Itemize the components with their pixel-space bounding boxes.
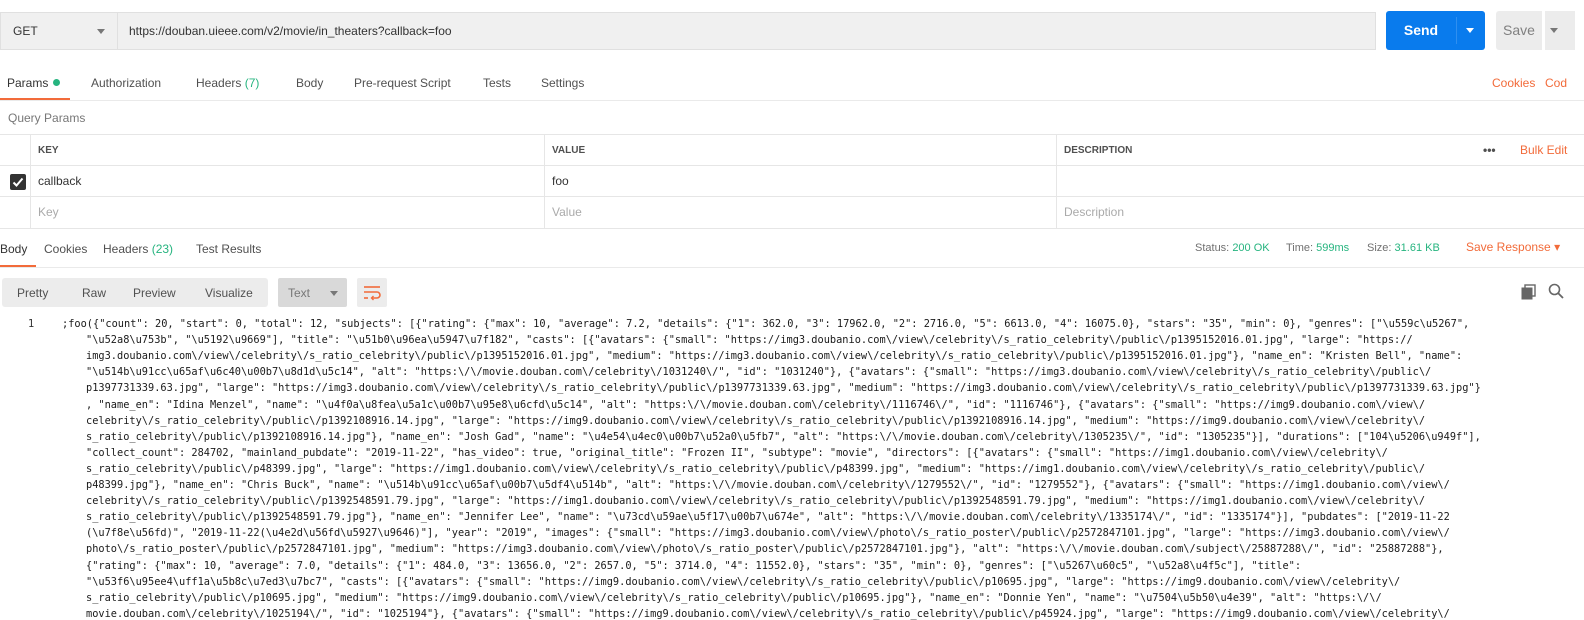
- code-line: s_ratio_celebrity\/public\/p1392548591.7…: [86, 511, 1450, 524]
- view-preview[interactable]: Preview: [133, 286, 176, 300]
- time-info: Time: 599ms: [1286, 242, 1349, 254]
- size-value: 31.61 KB: [1394, 242, 1440, 254]
- tab-response-body[interactable]: Body: [0, 242, 27, 256]
- table-header-row: KEY VALUE DESCRIPTION ••• Bulk Edit: [0, 134, 1584, 166]
- code-line: p1397731339.63.jpg", "large": "https://i…: [86, 382, 1481, 395]
- request-url-bar: GET https://douban.uieee.com/v2/movie/in…: [0, 12, 1376, 50]
- save-button[interactable]: Save: [1496, 11, 1542, 50]
- save-response-button[interactable]: Save Response ▾: [1466, 240, 1560, 254]
- status-info: Status: 200 OK: [1195, 242, 1270, 254]
- format-label: Text: [288, 286, 311, 300]
- code-link[interactable]: Cod: [1545, 76, 1567, 90]
- param-checkbox[interactable]: [10, 174, 26, 190]
- status-value: 200 OK: [1232, 242, 1270, 254]
- status-label: Status:: [1195, 242, 1230, 254]
- request-tabs: Params Authorization Headers (7) Body Pr…: [0, 68, 1584, 101]
- tab-authorization[interactable]: Authorization: [91, 76, 161, 90]
- save-dropdown[interactable]: [1545, 11, 1575, 50]
- chevron-down-icon: [1550, 28, 1558, 33]
- view-raw[interactable]: Raw: [82, 286, 106, 300]
- tab-count: (23): [151, 242, 174, 256]
- view-pretty[interactable]: Pretty: [17, 286, 48, 300]
- line-number: 1: [28, 318, 35, 330]
- more-icon[interactable]: •••: [1476, 135, 1516, 166]
- tab-response-cookies[interactable]: Cookies: [44, 242, 87, 256]
- code-line: s_ratio_celebrity\/public\/p1392108916.1…: [86, 430, 1481, 443]
- code-line: , "name_en": "Idina Menzel", "name": "\u…: [86, 398, 1426, 411]
- save-response-label: Save Response: [1466, 240, 1551, 254]
- view-visualize[interactable]: Visualize: [205, 286, 253, 300]
- code-line: "\u52a8\u753b", "\u5192\u9669"], "title"…: [86, 334, 1413, 347]
- column-description: DESCRIPTION: [1056, 135, 1476, 166]
- bulk-edit-link[interactable]: Bulk Edit: [1513, 135, 1584, 166]
- description-placeholder[interactable]: Description: [1056, 197, 1584, 228]
- tab-body[interactable]: Body: [296, 76, 323, 90]
- tab-label: Headers: [196, 76, 242, 90]
- tab-label: Params: [7, 76, 49, 90]
- code-line: "collect_count": 284702, "mainland_pubda…: [86, 446, 1388, 459]
- chevron-down-icon[interactable]: [1466, 28, 1474, 33]
- table-row-empty: Key Value Description: [0, 196, 1584, 229]
- tab-settings[interactable]: Settings: [541, 76, 584, 90]
- value-placeholder[interactable]: Value: [544, 197, 1056, 228]
- method-select[interactable]: GET: [1, 13, 118, 49]
- code-line: "\u53f6\u95ee4\uff1a\u5b8c\u7ed3\u7bc7",…: [86, 575, 1401, 588]
- send-button-label: Send: [1403, 22, 1439, 38]
- code-line: (\u7f8e\u56fd)", "2019-11-22(\u4e2d\u56f…: [86, 527, 1450, 540]
- method-label: GET: [13, 24, 38, 38]
- send-divider: [1456, 17, 1457, 44]
- tab-test-results[interactable]: Test Results: [196, 242, 261, 256]
- wrap-lines-button[interactable]: [357, 278, 387, 307]
- caret-down-icon: ▾: [1554, 240, 1561, 254]
- cookies-link[interactable]: Cookies: [1492, 76, 1535, 90]
- param-value[interactable]: foo: [544, 166, 1056, 197]
- tab-label: Headers: [103, 242, 149, 256]
- code-line: ;foo({"count": 20, "start": 0, "total": …: [62, 318, 1470, 330]
- column-value: VALUE: [544, 135, 1056, 166]
- code-line: s_ratio_celebrity\/public\/p48399.jpg", …: [86, 462, 1426, 475]
- params-active-dot: [53, 79, 61, 86]
- code-line: celebrity\/s_ratio_celebrity\/public\/p1…: [86, 495, 1426, 508]
- format-select[interactable]: Text: [278, 278, 347, 307]
- size-info: Size: 31.61 KB: [1367, 242, 1440, 254]
- code-line: img3.doubanio.com\/view\/celebrity\/s_ra…: [86, 350, 1463, 363]
- column-key: KEY: [30, 135, 544, 166]
- tab-headers[interactable]: Headers (7): [196, 76, 259, 90]
- code-line: {"rating": {"max": 10, "average": 7.0, "…: [86, 559, 1302, 572]
- query-params-title: Query Params: [8, 111, 86, 125]
- tab-pre-request-script[interactable]: Pre-request Script: [354, 76, 451, 90]
- response-body-viewer[interactable]: 1 ;foo({"count": 20, "start": 0, "total"…: [0, 318, 1584, 620]
- size-label: Size:: [1367, 242, 1392, 254]
- code-line: celebrity\/s_ratio_celebrity\/public\/p1…: [86, 414, 1426, 427]
- code-line: p48399.jpg"}, "name_en": "Chris Buck", "…: [86, 479, 1450, 491]
- active-tab-indicator: [0, 98, 70, 100]
- key-placeholder[interactable]: Key: [30, 197, 544, 228]
- code-line: movie.douban.com\/celebrity\/1025194\/",…: [86, 607, 1450, 620]
- code-line: photo\/s_ratio_poster\/public\/p25728471…: [86, 543, 1444, 556]
- check-icon: [12, 177, 24, 187]
- search-icon[interactable]: [1548, 283, 1564, 299]
- response-toolbar: Pretty Raw Preview Visualize Text: [0, 278, 1584, 308]
- param-description[interactable]: [1056, 166, 1584, 197]
- chevron-down-icon: [330, 291, 338, 296]
- tab-response-headers[interactable]: Headers (23): [103, 242, 173, 256]
- table-row: callback foo: [0, 165, 1584, 197]
- copy-icon[interactable]: [1521, 284, 1537, 300]
- wrap-icon: [364, 286, 381, 301]
- chevron-down-icon: [97, 29, 105, 34]
- url-input[interactable]: https://douban.uieee.com/v2/movie/in_the…: [129, 24, 452, 38]
- tab-params[interactable]: Params: [7, 76, 61, 90]
- response-tabs: Body Cookies Headers (23) Test Results S…: [0, 232, 1584, 268]
- send-button[interactable]: Send: [1386, 11, 1485, 50]
- param-key[interactable]: callback: [30, 166, 544, 197]
- active-tab-indicator: [0, 265, 36, 267]
- time-label: Time:: [1286, 242, 1314, 254]
- view-mode-group: Pretty Raw Preview Visualize: [2, 278, 268, 307]
- tab-tests[interactable]: Tests: [483, 76, 511, 90]
- code-line: s_ratio_celebrity\/public\/p10695.jpg", …: [86, 591, 1382, 604]
- code-line: "\u514b\u91cc\u65af\u6c40\u00b7\u8d1d\u5…: [86, 366, 1432, 379]
- time-value: 599ms: [1316, 242, 1350, 254]
- tab-count: (7): [244, 76, 260, 90]
